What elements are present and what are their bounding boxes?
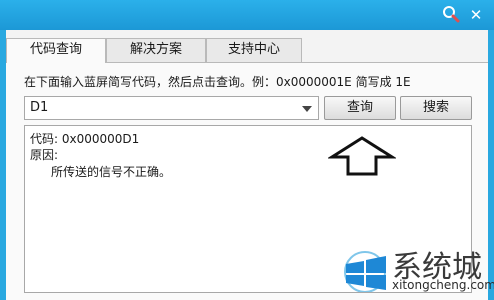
code-input-combobox[interactable]: D1 bbox=[24, 96, 319, 120]
title-bar: ✕ bbox=[0, 0, 494, 30]
result-code: 代码: 0x000000D1 bbox=[30, 132, 140, 146]
instruction-text: 在下面输入蓝屏简写代码，然后点击查询。例：0x0000001E 简写成 1E bbox=[24, 75, 411, 89]
tab-support-center[interactable]: 支持中心 bbox=[206, 38, 302, 62]
up-arrow-annotation-icon bbox=[328, 136, 396, 176]
main-window: 代码查询 解决方案 支持中心 在下面输入蓝屏简写代码，然后点击查询。例：0x00… bbox=[6, 30, 488, 300]
code-query-panel: 在下面输入蓝屏简写代码，然后点击查询。例：0x0000001E 简写成 1E D… bbox=[6, 62, 488, 300]
tab-code-query[interactable]: 代码查询 bbox=[6, 38, 106, 63]
result-box: 代码: 0x000000D1 原因: 所传送的信号不正确。 bbox=[24, 125, 472, 293]
result-reason-label: 原因: bbox=[30, 148, 59, 162]
code-input-value[interactable]: D1 bbox=[30, 100, 48, 115]
tab-solutions[interactable]: 解决方案 bbox=[106, 38, 206, 62]
chevron-down-icon[interactable] bbox=[302, 106, 312, 112]
query-button[interactable]: 查询 bbox=[324, 96, 396, 120]
search-button[interactable]: 搜索 bbox=[400, 96, 472, 120]
search-icon[interactable] bbox=[441, 5, 461, 25]
result-reason-text: 所传送的信号不正确。 bbox=[51, 165, 172, 179]
close-icon[interactable]: ✕ bbox=[466, 5, 486, 25]
tab-bar: 代码查询 解决方案 支持中心 bbox=[6, 38, 488, 63]
